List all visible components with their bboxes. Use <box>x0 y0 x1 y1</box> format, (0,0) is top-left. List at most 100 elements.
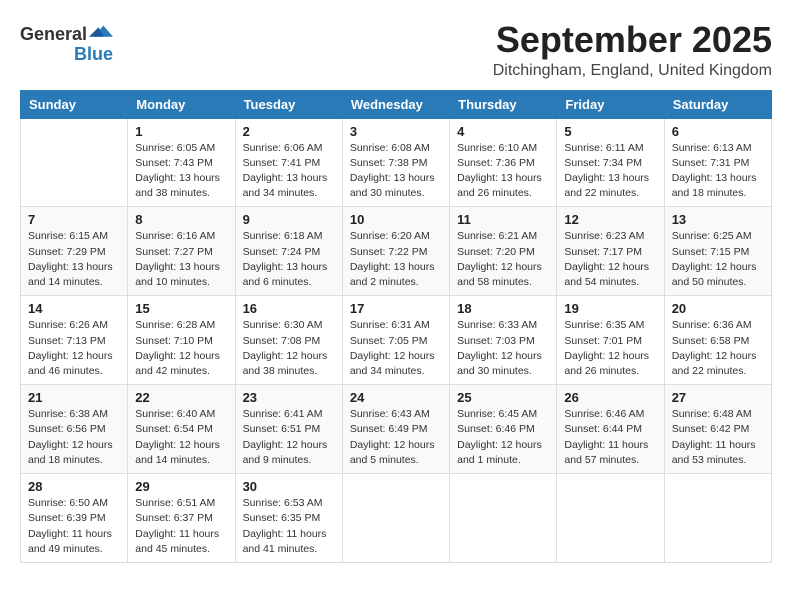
day-info: Sunrise: 6:11 AM Sunset: 7:34 PM Dayligh… <box>564 141 656 202</box>
day-number: 30 <box>243 479 335 494</box>
calendar-cell: 2 Sunrise: 6:06 AM Sunset: 7:41 PM Daylig… <box>235 118 342 207</box>
calendar-cell: 20 Sunrise: 6:36 AM Sunset: 6:58 PM Dayli… <box>664 296 771 385</box>
calendar-cell: 10 Sunrise: 6:20 AM Sunset: 7:22 PM Dayli… <box>342 207 449 296</box>
weekday-header-thursday: Thursday <box>450 90 557 118</box>
month-title: September 2025 <box>493 20 772 60</box>
calendar-cell: 3 Sunrise: 6:08 AM Sunset: 7:38 PM Daylig… <box>342 118 449 207</box>
day-number: 9 <box>243 212 335 227</box>
day-info: Sunrise: 6:50 AM Sunset: 6:39 PM Dayligh… <box>28 496 120 557</box>
day-number: 20 <box>672 301 764 316</box>
day-info: Sunrise: 6:15 AM Sunset: 7:29 PM Dayligh… <box>28 229 120 290</box>
calendar-cell: 28 Sunrise: 6:50 AM Sunset: 6:39 PM Dayli… <box>21 474 128 563</box>
week-row-4: 21 Sunrise: 6:38 AM Sunset: 6:56 PM Dayli… <box>21 385 772 474</box>
calendar-cell: 25 Sunrise: 6:45 AM Sunset: 6:46 PM Dayli… <box>450 385 557 474</box>
calendar-cell: 9 Sunrise: 6:18 AM Sunset: 7:24 PM Daylig… <box>235 207 342 296</box>
day-info: Sunrise: 6:45 AM Sunset: 6:46 PM Dayligh… <box>457 407 549 468</box>
calendar-cell: 1Sunrise: 6:05 AM Sunset: 7:43 PM Daylig… <box>128 118 235 207</box>
calendar-cell: 27 Sunrise: 6:48 AM Sunset: 6:42 PM Dayli… <box>664 385 771 474</box>
calendar-cell: 11 Sunrise: 6:21 AM Sunset: 7:20 PM Dayli… <box>450 207 557 296</box>
day-number: 16 <box>243 301 335 316</box>
week-row-5: 28 Sunrise: 6:50 AM Sunset: 6:39 PM Dayli… <box>21 474 772 563</box>
calendar-cell: 5 Sunrise: 6:11 AM Sunset: 7:34 PM Daylig… <box>557 118 664 207</box>
calendar-cell <box>21 118 128 207</box>
calendar-cell: 21 Sunrise: 6:38 AM Sunset: 6:56 PM Dayli… <box>21 385 128 474</box>
day-info: Sunrise: 6:06 AM Sunset: 7:41 PM Dayligh… <box>243 141 335 202</box>
day-info: Sunrise: 6:25 AM Sunset: 7:15 PM Dayligh… <box>672 229 764 290</box>
weekday-header-wednesday: Wednesday <box>342 90 449 118</box>
day-info: Sunrise: 6:05 AM Sunset: 7:43 PM Dayligh… <box>135 141 227 202</box>
calendar-cell: 12 Sunrise: 6:23 AM Sunset: 7:17 PM Dayli… <box>557 207 664 296</box>
logo-blue-text: Blue <box>74 45 113 65</box>
calendar-cell: 17 Sunrise: 6:31 AM Sunset: 7:05 PM Dayli… <box>342 296 449 385</box>
calendar-cell: 7 Sunrise: 6:15 AM Sunset: 7:29 PM Daylig… <box>21 207 128 296</box>
day-number: 17 <box>350 301 442 316</box>
title-block: September 2025 Ditchingham, England, Uni… <box>493 20 772 80</box>
day-info: Sunrise: 6:38 AM Sunset: 6:56 PM Dayligh… <box>28 407 120 468</box>
day-number: 25 <box>457 390 549 405</box>
day-info: Sunrise: 6:46 AM Sunset: 6:44 PM Dayligh… <box>564 407 656 468</box>
week-row-2: 7 Sunrise: 6:15 AM Sunset: 7:29 PM Daylig… <box>21 207 772 296</box>
calendar-cell <box>450 474 557 563</box>
calendar-cell: 18Sunrise: 6:33 AM Sunset: 7:03 PM Dayli… <box>450 296 557 385</box>
day-info: Sunrise: 6:43 AM Sunset: 6:49 PM Dayligh… <box>350 407 442 468</box>
week-row-3: 14 Sunrise: 6:26 AM Sunset: 7:13 PM Dayli… <box>21 296 772 385</box>
calendar-cell: 4Sunrise: 6:10 AM Sunset: 7:36 PM Daylig… <box>450 118 557 207</box>
calendar-cell: 22 Sunrise: 6:40 AM Sunset: 6:54 PM Dayli… <box>128 385 235 474</box>
day-info: Sunrise: 6:33 AM Sunset: 7:03 PM Dayligh… <box>457 318 549 379</box>
day-info: Sunrise: 6:26 AM Sunset: 7:13 PM Dayligh… <box>28 318 120 379</box>
day-number: 3 <box>350 124 442 139</box>
week-row-1: 1Sunrise: 6:05 AM Sunset: 7:43 PM Daylig… <box>21 118 772 207</box>
day-number: 28 <box>28 479 120 494</box>
day-info: Sunrise: 6:31 AM Sunset: 7:05 PM Dayligh… <box>350 318 442 379</box>
calendar-cell: 19Sunrise: 6:35 AM Sunset: 7:01 PM Dayli… <box>557 296 664 385</box>
day-info: Sunrise: 6:08 AM Sunset: 7:38 PM Dayligh… <box>350 141 442 202</box>
day-number: 21 <box>28 390 120 405</box>
day-number: 8 <box>135 212 227 227</box>
day-info: Sunrise: 6:13 AM Sunset: 7:31 PM Dayligh… <box>672 141 764 202</box>
day-number: 6 <box>672 124 764 139</box>
calendar-cell <box>664 474 771 563</box>
weekday-header-row: SundayMondayTuesdayWednesdayThursdayFrid… <box>21 90 772 118</box>
day-number: 24 <box>350 390 442 405</box>
day-number: 22 <box>135 390 227 405</box>
day-number: 11 <box>457 212 549 227</box>
day-info: Sunrise: 6:41 AM Sunset: 6:51 PM Dayligh… <box>243 407 335 468</box>
day-info: Sunrise: 6:16 AM Sunset: 7:27 PM Dayligh… <box>135 229 227 290</box>
logo: General Blue <box>20 20 113 65</box>
calendar-cell <box>342 474 449 563</box>
weekday-header-saturday: Saturday <box>664 90 771 118</box>
day-info: Sunrise: 6:23 AM Sunset: 7:17 PM Dayligh… <box>564 229 656 290</box>
calendar-cell: 15 Sunrise: 6:28 AM Sunset: 7:10 PM Dayli… <box>128 296 235 385</box>
calendar-cell: 30Sunrise: 6:53 AM Sunset: 6:35 PM Dayli… <box>235 474 342 563</box>
day-info: Sunrise: 6:30 AM Sunset: 7:08 PM Dayligh… <box>243 318 335 379</box>
calendar-cell: 23 Sunrise: 6:41 AM Sunset: 6:51 PM Dayli… <box>235 385 342 474</box>
day-info: Sunrise: 6:48 AM Sunset: 6:42 PM Dayligh… <box>672 407 764 468</box>
day-info: Sunrise: 6:40 AM Sunset: 6:54 PM Dayligh… <box>135 407 227 468</box>
day-number: 2 <box>243 124 335 139</box>
calendar-cell: 8 Sunrise: 6:16 AM Sunset: 7:27 PM Daylig… <box>128 207 235 296</box>
day-info: Sunrise: 6:20 AM Sunset: 7:22 PM Dayligh… <box>350 229 442 290</box>
day-number: 23 <box>243 390 335 405</box>
day-info: Sunrise: 6:28 AM Sunset: 7:10 PM Dayligh… <box>135 318 227 379</box>
calendar-table: SundayMondayTuesdayWednesdayThursdayFrid… <box>20 90 772 563</box>
calendar-cell: 26Sunrise: 6:46 AM Sunset: 6:44 PM Dayli… <box>557 385 664 474</box>
day-number: 13 <box>672 212 764 227</box>
day-number: 4 <box>457 124 549 139</box>
day-info: Sunrise: 6:21 AM Sunset: 7:20 PM Dayligh… <box>457 229 549 290</box>
day-info: Sunrise: 6:18 AM Sunset: 7:24 PM Dayligh… <box>243 229 335 290</box>
page-header: General Blue September 2025 Ditchingham,… <box>20 20 772 80</box>
day-number: 14 <box>28 301 120 316</box>
calendar-cell: 24 Sunrise: 6:43 AM Sunset: 6:49 PM Dayli… <box>342 385 449 474</box>
day-number: 27 <box>672 390 764 405</box>
day-info: Sunrise: 6:36 AM Sunset: 6:58 PM Dayligh… <box>672 318 764 379</box>
day-number: 7 <box>28 212 120 227</box>
calendar-cell: 13 Sunrise: 6:25 AM Sunset: 7:15 PM Dayli… <box>664 207 771 296</box>
calendar-cell: 14 Sunrise: 6:26 AM Sunset: 7:13 PM Dayli… <box>21 296 128 385</box>
day-number: 5 <box>564 124 656 139</box>
calendar-cell: 29Sunrise: 6:51 AM Sunset: 6:37 PM Dayli… <box>128 474 235 563</box>
day-number: 15 <box>135 301 227 316</box>
day-number: 12 <box>564 212 656 227</box>
day-number: 29 <box>135 479 227 494</box>
weekday-header-tuesday: Tuesday <box>235 90 342 118</box>
day-number: 10 <box>350 212 442 227</box>
